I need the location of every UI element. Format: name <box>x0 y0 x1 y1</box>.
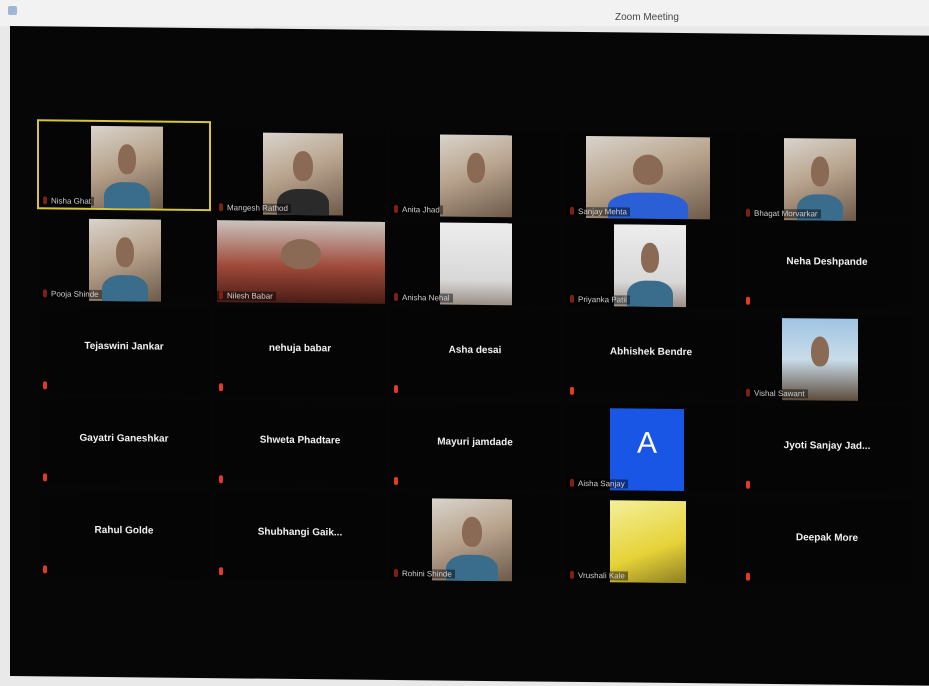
participant-name: Anita Jhad <box>390 204 443 215</box>
participant-tile[interactable]: Neha Deshpande <box>742 221 912 310</box>
participant-tile[interactable]: Sanjay Mehta <box>566 131 736 220</box>
muted-mic-icon <box>746 480 750 489</box>
participant-name: Tejaswini Jankar <box>84 340 164 353</box>
participant-tile[interactable]: Tejaswini Jankar <box>39 306 209 395</box>
muted-mic-icon <box>219 567 223 576</box>
participant-name: Pooja Shinde <box>39 289 102 299</box>
participant-name: Sanjay Mehta <box>566 206 630 217</box>
participant-name: Asha desai <box>448 344 502 357</box>
participant-name: Neha Deshpande <box>786 256 868 268</box>
participant-name: Shweta Phadtare <box>259 434 341 447</box>
muted-mic-icon <box>394 477 398 486</box>
participant-name: Aisha Sanjay <box>566 478 628 489</box>
muted-mic-icon <box>394 385 398 394</box>
participant-video <box>440 134 512 218</box>
participant-name: Rahul Golde <box>94 524 154 537</box>
zoom-app-icon <box>8 6 17 15</box>
participant-name: Vrushali Kale <box>566 570 628 581</box>
muted-mic-icon <box>219 475 223 484</box>
participant-tile[interactable]: Nilesh Babar <box>215 216 385 304</box>
participant-tile[interactable]: Deepak More <box>742 497 912 586</box>
participant-tile[interactable]: Pooja Shinde <box>39 214 209 303</box>
participant-tile[interactable]: Bhagat Morvarkar <box>742 133 912 222</box>
muted-mic-icon <box>43 473 47 482</box>
muted-mic-icon <box>43 565 47 574</box>
participant-tile[interactable]: Anita Jhad <box>390 129 560 218</box>
participant-tile[interactable]: Asha desai <box>390 309 560 398</box>
muted-mic-icon <box>219 383 223 392</box>
participant-name: Mangesh Rathod <box>215 203 291 213</box>
muted-mic-icon <box>746 572 750 581</box>
participant-tile[interactable]: Jyoti Sanjay Jad... <box>742 405 912 494</box>
participant-name: Jyoti Sanjay Jad... <box>783 440 871 453</box>
participant-name: Rohini Shinde <box>390 568 455 579</box>
participant-name: Mayuri jamdade <box>437 436 513 449</box>
participant-tile[interactable]: Shubhangi Gaik... <box>215 492 385 580</box>
muted-mic-icon <box>43 381 47 390</box>
participant-name: Gayatri Ganeshkar <box>79 432 169 445</box>
participant-name: Priyanka Patil <box>566 294 630 305</box>
participant-tile[interactable]: Nisha Ghat <box>37 119 211 212</box>
participant-name: Abhishek Bendre <box>609 346 693 359</box>
participant-tile[interactable]: A Aisha Sanjay <box>566 403 736 492</box>
participant-tile[interactable]: Vrushali Kale <box>566 495 736 584</box>
participant-tile[interactable]: nehuja babar <box>215 308 385 396</box>
participant-name: Nilesh Babar <box>215 291 276 301</box>
participant-tile[interactable]: Rohini Shinde <box>390 493 560 582</box>
avatar-letter: A <box>636 426 657 460</box>
participant-name: Deepak More <box>795 532 859 544</box>
title-bar: Zoom Meeting <box>0 0 929 26</box>
participant-tile[interactable]: Vishal Sawant <box>742 313 912 402</box>
participant-tile[interactable]: Mangesh Rathod <box>215 128 385 216</box>
window-title: Zoom Meeting <box>615 12 679 23</box>
participant-tile[interactable]: Shweta Phadtare <box>215 400 385 488</box>
participant-name: nehuja babar <box>268 342 332 355</box>
participant-tile[interactable]: Mayuri jamdade <box>390 401 560 490</box>
participant-tile[interactable]: Abhishek Bendre <box>566 311 736 400</box>
participant-tile[interactable]: Rahul Golde <box>39 490 209 579</box>
muted-mic-icon <box>570 386 574 395</box>
participant-name: Bhagat Morvarkar <box>742 208 821 219</box>
participant-name: Nisha Ghat <box>39 196 95 206</box>
participant-video <box>91 125 163 209</box>
muted-mic-icon <box>746 296 750 305</box>
participant-tile[interactable]: Priyanka Patil <box>566 219 736 308</box>
gallery-view: Nisha Ghat Mangesh Rathod Anita Jhad San… <box>10 26 929 686</box>
participant-name: Vishal Sawant <box>742 388 808 399</box>
participant-name: Shubhangi Gaik... <box>257 526 343 539</box>
participant-tile[interactable]: Gayatri Ganeshkar <box>39 398 209 487</box>
participant-name: Anisha Nehal <box>390 292 453 303</box>
participant-tile[interactable]: Anisha Nehal <box>390 217 560 306</box>
